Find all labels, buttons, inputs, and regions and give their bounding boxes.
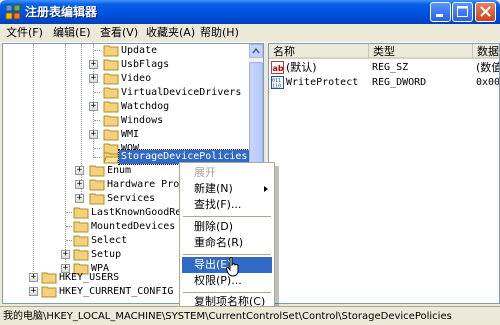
folder-icon [103,73,119,85]
column-header-data[interactable]: 数据 [473,44,499,59]
expand-toggle[interactable]: + [89,130,98,139]
tree-item-video[interactable]: Video [121,72,151,86]
tree-connector [94,120,100,121]
expand-toggle[interactable]: + [75,194,84,203]
folder-icon [103,115,119,127]
tree-connector [33,44,34,272]
status-path: 我的电脑\HKEY_LOCAL_MACHINE\SYSTEM\CurrentCo… [3,311,452,322]
menu-item-expand: 展开 [194,166,216,179]
list-row[interactable]: 011110 WriteProtect REG_DWORD 0x000 [269,75,500,90]
menu-separator [183,216,271,217]
string-value-icon: ab [271,61,284,74]
tree-item-mounteddevices[interactable]: MountedDevices [91,220,175,234]
menu-help[interactable]: 帮助(H) [200,26,239,40]
value-name: (默认) [286,61,317,74]
tree-item-update[interactable]: Update [121,44,157,58]
expand-toggle[interactable]: + [61,250,70,259]
submenu-arrow-icon [264,186,268,192]
expand-toggle[interactable]: + [89,74,98,83]
menu-item-delete[interactable]: 删除(D) [182,219,272,235]
tree-connector [94,157,100,158]
tree-item-hkey-users[interactable]: HKEY_USERS [59,271,119,285]
tree-item-watchdog[interactable]: Watchdog [121,100,169,114]
value-data: (数值 [476,61,500,74]
folder-icon [103,129,119,141]
folder-icon [89,179,105,191]
menu-separator [183,292,271,293]
dword-value-icon: 011110 [271,76,284,89]
tree-item-wmi[interactable]: WMI [121,128,139,142]
folder-icon [103,45,119,57]
value-data: 0x000 [476,77,500,88]
folder-icon [103,59,119,71]
minimize-icon [436,14,443,17]
tree-connector [94,148,100,149]
expand-toggle[interactable]: + [75,180,84,189]
maximize-icon [457,6,468,17]
title-bar[interactable]: 注册表编辑器 [0,0,500,24]
tree-connector [66,212,72,213]
folder-icon [103,101,119,113]
value-type: REG_SZ [372,62,409,73]
close-button[interactable] [475,2,496,22]
svg-text:110: 110 [272,84,281,90]
window-title: 注册表编辑器 [25,5,98,19]
mouse-cursor-icon [226,257,239,277]
folder-icon [73,249,89,261]
tree-item-windows[interactable]: Windows [121,114,163,128]
tree-item-select[interactable]: Select [91,234,127,248]
tree-connector [66,240,72,241]
folder-icon [89,165,105,177]
folder-icon [73,207,89,219]
open-folder-icon [103,152,119,164]
menu-item-new-label: 新建(N) [194,182,233,195]
column-header-type[interactable]: 类型 [369,44,473,59]
context-menu: 展开 新建(N) 查找(F)... 删除(D) 重命名(R) 导出(E) 权限(… [179,162,275,310]
menu-view[interactable]: 查看(V) [100,26,138,40]
expand-toggle[interactable]: + [29,273,38,282]
tree-item-hkey-current-config[interactable]: HKEY_CURRENT_CONFIG [59,285,173,299]
tree-connector [94,92,100,93]
expand-toggle[interactable]: + [89,102,98,111]
tree-item-setup[interactable]: Setup [91,248,121,262]
menu-item-new[interactable]: 新建(N) [182,181,272,197]
registry-editor-window: 注册表编辑器 文件(F) 编辑(E) 查看(V) 收藏夹(A) 帮助(H) Up… [0,0,500,325]
close-icon [480,6,491,17]
tree-connector [94,50,100,51]
minimize-button[interactable] [430,2,451,22]
tree-item-services[interactable]: Services [107,192,155,206]
menu-file[interactable]: 文件(F) [6,26,43,40]
menu-favorites[interactable]: 收藏夹(A) [146,26,195,40]
folder-icon [103,87,119,99]
list-row[interactable]: ab (默认) REG_SZ (数值 [269,60,500,75]
expand-toggle[interactable]: + [89,60,98,69]
svg-text:ab: ab [273,64,284,73]
expand-toggle[interactable]: + [75,166,84,175]
tree-item-virtualdevicedrivers[interactable]: VirtualDeviceDrivers [121,86,241,100]
value-type: REG_DWORD [372,77,427,88]
menu-edit[interactable]: 编辑(E) [53,26,91,40]
tree-connector [65,44,66,262]
values-list-pane[interactable]: 名称 类型 数据 ab (默认) REG_SZ (数值 011 110 Write… [268,43,500,304]
column-header-name[interactable]: 名称 [269,44,369,59]
folder-icon [73,221,89,233]
menu-item-rename[interactable]: 重命名(R) [182,235,272,251]
folder-icon [89,193,105,205]
menu-bar: 文件(F) 编辑(E) 查看(V) 收藏夹(A) 帮助(H) [0,24,500,43]
chevron-up-icon [252,47,260,54]
expand-toggle[interactable]: + [29,287,38,296]
maximize-button[interactable] [452,2,473,22]
registry-editor-icon [5,4,21,20]
scroll-up-button[interactable] [249,44,263,58]
folder-icon [41,272,57,284]
menu-separator [183,254,271,255]
tree-connector [66,226,72,227]
folder-icon [41,286,57,298]
value-name: WriteProtect [286,77,359,88]
tree-item-usbflags[interactable]: UsbFlags [121,58,169,72]
folder-icon [73,235,89,247]
tree-item-enum[interactable]: Enum [107,164,131,178]
status-bar: 我的电脑\HKEY_LOCAL_MACHINE\SYSTEM\CurrentCo… [0,306,500,325]
menu-item-find[interactable]: 查找(F)... [182,197,272,213]
